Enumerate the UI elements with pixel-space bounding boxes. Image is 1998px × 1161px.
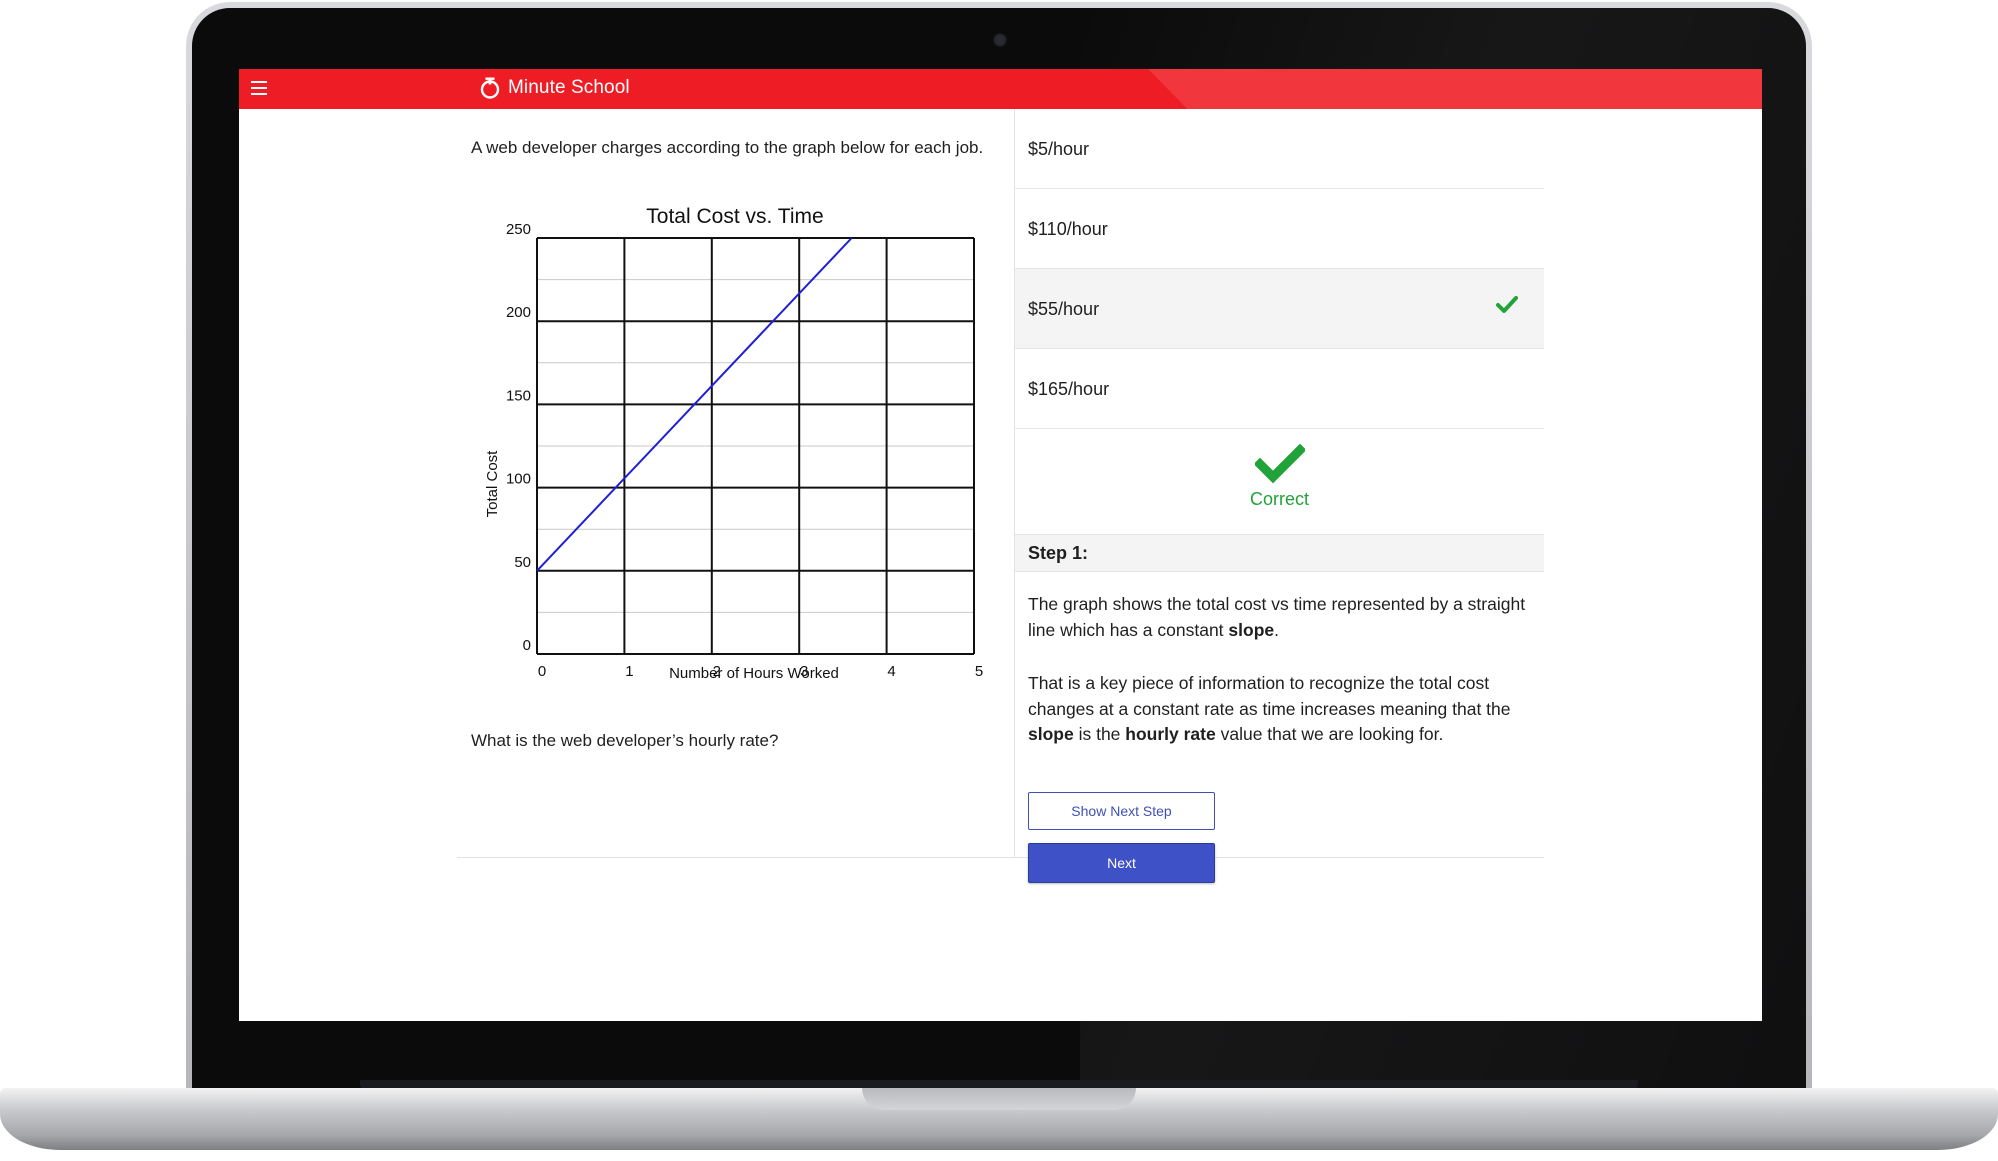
app-bar: Minute School (239, 69, 1762, 109)
chart-minor-grid (537, 279, 974, 613)
y-tick-label: 50 (514, 554, 531, 571)
x-axis-label: Number of Hours Worked (669, 665, 839, 682)
laptop-base-notch (862, 1088, 1136, 1110)
y-tick-label: 100 (506, 471, 531, 488)
answer-option-label: $55/hour (1028, 299, 1100, 319)
y-tick-label: 0 (523, 637, 531, 654)
x-tick-label: 4 (887, 663, 895, 680)
step-paragraph-2: That is a key piece of information to re… (1028, 673, 1511, 744)
bold-term: slope (1028, 724, 1074, 744)
hamburger-menu-icon[interactable] (251, 81, 267, 95)
answer-option-1[interactable]: $5/hour (1015, 109, 1544, 189)
checkmark-icon (1255, 444, 1305, 484)
step-title: Step 1: (1028, 543, 1089, 563)
chart-title: Total Cost vs. Time (646, 205, 823, 228)
answer-result: Correct (1015, 444, 1544, 524)
x-tick-label: 1 (625, 663, 633, 680)
y-axis-ticks: 0 50 100 150 200 250 (506, 221, 531, 654)
question-panel: A web developer charges according to the… (471, 109, 1011, 857)
checkmark-icon (1496, 296, 1518, 313)
bold-term: hourly rate (1125, 724, 1216, 744)
answer-option-3[interactable]: $55/hour (1015, 269, 1544, 349)
y-tick-label: 200 (506, 304, 531, 321)
answer-option-2[interactable]: $110/hour (1015, 189, 1544, 269)
question-prompt: What is the web developer’s hourly rate? (471, 731, 779, 750)
result-label: Correct (1249, 489, 1309, 509)
content-bottom-divider (457, 857, 1544, 858)
line-chart: Total Cost vs. Time 012345 0501001502002… (484, 205, 983, 682)
bold-term: slope (1228, 619, 1275, 640)
step-paragraph-1: The graph shows the total cost vs time r… (1028, 594, 1526, 640)
x-tick-label: 0 (538, 663, 546, 680)
y-tick-label: 150 (506, 387, 531, 404)
y-tick-label: 250 (506, 221, 531, 238)
app-bar-highlight (1148, 69, 1762, 109)
answer-option-label: $5/hour (1028, 139, 1090, 159)
show-next-step-button[interactable]: Show Next Step (1028, 792, 1215, 830)
answer-option-4[interactable]: $165/hour (1015, 349, 1544, 429)
answer-option-label: $110/hour (1028, 219, 1108, 239)
x-tick-label: 5 (975, 663, 983, 680)
power-timer-icon (480, 77, 500, 99)
step-header: Step 1: (1015, 534, 1544, 572)
answer-panel: $5/hour $110/hour $55/hour $165/hour Cor… (1015, 109, 1545, 883)
app-logo[interactable]: Minute School (479, 76, 630, 100)
app-name: Minute School (508, 77, 630, 98)
y-axis-label: Total Cost (484, 450, 501, 518)
app-screen: Minute School A web developer charges ac… (239, 69, 1762, 1021)
webcam (993, 33, 1007, 47)
next-button[interactable]: Next (1028, 843, 1215, 883)
question-intro: A web developer charges according to the… (471, 138, 984, 157)
answer-option-label: $165/hour (1028, 379, 1110, 399)
